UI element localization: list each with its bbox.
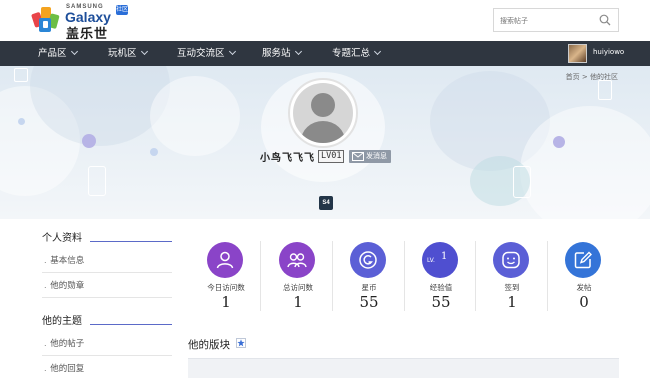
phone-outline-icon — [598, 80, 612, 100]
sidebar-group-title: 个人资料 — [42, 230, 172, 248]
stat-checkin: 签到 1 — [476, 238, 548, 313]
avatar — [288, 78, 358, 148]
level-icon-number: 1 — [441, 251, 448, 262]
divider — [90, 324, 172, 325]
default-avatar-icon — [293, 83, 353, 143]
search-box — [493, 8, 619, 32]
stat-experience: LV. 1 经验值 55 — [405, 238, 477, 313]
send-message-button[interactable]: 发消息 — [349, 150, 391, 163]
decor-dot — [82, 134, 96, 148]
nav-item-label: 产品区 — [38, 48, 67, 59]
decor-dot — [18, 118, 25, 125]
breadcrumb[interactable]: 首页 > 他的社区 — [566, 72, 618, 82]
stat-star-coins: 星币 55 — [333, 238, 405, 313]
chevron-down-icon — [140, 47, 148, 56]
sidebar-item-label: 他的勋章 — [50, 281, 85, 291]
chevron-down-icon — [294, 47, 302, 56]
nav-item-label: 玩机区 — [108, 48, 137, 59]
nav-item-label: 服务站 — [262, 48, 291, 59]
sidebar-group-title-text: 个人资料 — [42, 233, 82, 244]
section-title: 他的版块 — [188, 339, 230, 351]
avatar[interactable] — [568, 44, 587, 63]
stat-label: 经验值 — [429, 283, 453, 292]
main-nav: 产品区 玩机区 互动交流区 服务站 专题汇总 huiyiowo — [0, 41, 650, 66]
nav-item-label: 互动交流区 — [177, 48, 225, 59]
level-icon-text: LV. — [427, 257, 435, 264]
search-input[interactable] — [500, 14, 596, 28]
nav-item-service[interactable]: 服务站 — [262, 41, 302, 66]
level-badge: LV01 — [318, 150, 345, 163]
nav-item-play[interactable]: 玩机区 — [108, 41, 148, 66]
stat-label: 星币 — [361, 283, 377, 292]
stat-today-visits: 今日访问数 1 — [190, 238, 262, 313]
send-message-label: 发消息 — [366, 152, 387, 160]
level-icon: LV. 1 — [422, 242, 458, 278]
nav-item-label: 专题汇总 — [332, 48, 371, 59]
envelope-icon — [352, 152, 364, 161]
sidebar-group-title: 他的主题 — [42, 313, 172, 331]
logo-community-badge: 社区 — [116, 5, 129, 15]
divider — [90, 241, 172, 242]
smile-icon — [493, 242, 529, 278]
stat-label: 今日访问数 — [207, 283, 245, 292]
phone-outline-icon — [88, 166, 106, 196]
chevron-down-icon — [70, 47, 78, 56]
phone-outline-icon — [513, 166, 531, 198]
nav-item-interaction[interactable]: 互动交流区 — [177, 41, 236, 66]
stat-value: 0 — [579, 293, 589, 311]
stat-total-visits: 总访问数 1 — [262, 238, 334, 313]
stat-posts: 发帖 0 — [548, 238, 620, 313]
nav-item-topics[interactable]: 专题汇总 — [332, 41, 382, 66]
stat-value: 1 — [293, 293, 303, 311]
person-icon — [207, 242, 243, 278]
nav-username[interactable]: huiyiowo — [593, 48, 624, 56]
profile-banner: 首页 > 他的社区 小鸟飞飞飞 LV01 发消息 S4 — [0, 66, 650, 219]
sidebar-group-title-text: 他的主题 — [42, 316, 82, 327]
stat-label: 签到 — [504, 283, 520, 292]
sidebar-item-medals[interactable]: . 他的勋章 — [42, 273, 172, 298]
profile-username: 小鸟飞飞飞 — [260, 153, 315, 164]
device-badge: S4 — [319, 196, 333, 210]
site-header: SAMSUNG Galaxy 盖乐世 社区 — [0, 0, 650, 42]
galaxy-logo[interactable]: SAMSUNG Galaxy 盖乐世 社区 — [30, 2, 130, 42]
decor-bubble — [150, 76, 240, 156]
logo-cn-text: 盖乐世 — [66, 27, 109, 42]
chevron-down-icon — [373, 47, 382, 56]
decor-dot — [553, 136, 565, 148]
stat-value: 1 — [221, 293, 231, 311]
sidebar-item-replies[interactable]: . 他的回复 — [42, 356, 172, 378]
sidebar-item-posts[interactable]: . 他的帖子 — [42, 331, 172, 356]
stat-label: 总访问数 — [283, 283, 313, 292]
phone-outline-icon — [14, 68, 28, 82]
profile-sidebar: 个人资料 . 基本信息 . 他的勋章 他的主题 . 他的帖子 . 他的回复 — [42, 230, 172, 378]
star-icon — [236, 338, 246, 348]
sidebar-item-label: 基本信息 — [50, 256, 85, 266]
sidebar-item-label: 他的帖子 — [50, 339, 85, 349]
forum-list-header — [188, 358, 619, 378]
stat-value: 1 — [507, 293, 517, 311]
stat-label: 发帖 — [576, 283, 592, 292]
sidebar-item-basic-info[interactable]: . 基本信息 — [42, 248, 172, 273]
stat-value: 55 — [431, 293, 451, 311]
stats-panel: 今日访问数 1 总访问数 1 星币 55 LV. 1 经验值 55 签到 1 发… — [190, 238, 620, 313]
edit-icon — [565, 242, 601, 278]
stat-value: 55 — [359, 293, 379, 311]
chevron-down-icon — [228, 47, 236, 56]
people-icon — [279, 242, 315, 278]
coin-icon — [350, 242, 386, 278]
divider — [260, 241, 261, 311]
decor-dot — [150, 148, 158, 156]
nav-item-products[interactable]: 产品区 — [38, 41, 78, 66]
sidebar-item-label: 他的回复 — [50, 364, 85, 374]
search-icon[interactable] — [599, 14, 611, 26]
logo-mark-icon — [31, 7, 60, 32]
